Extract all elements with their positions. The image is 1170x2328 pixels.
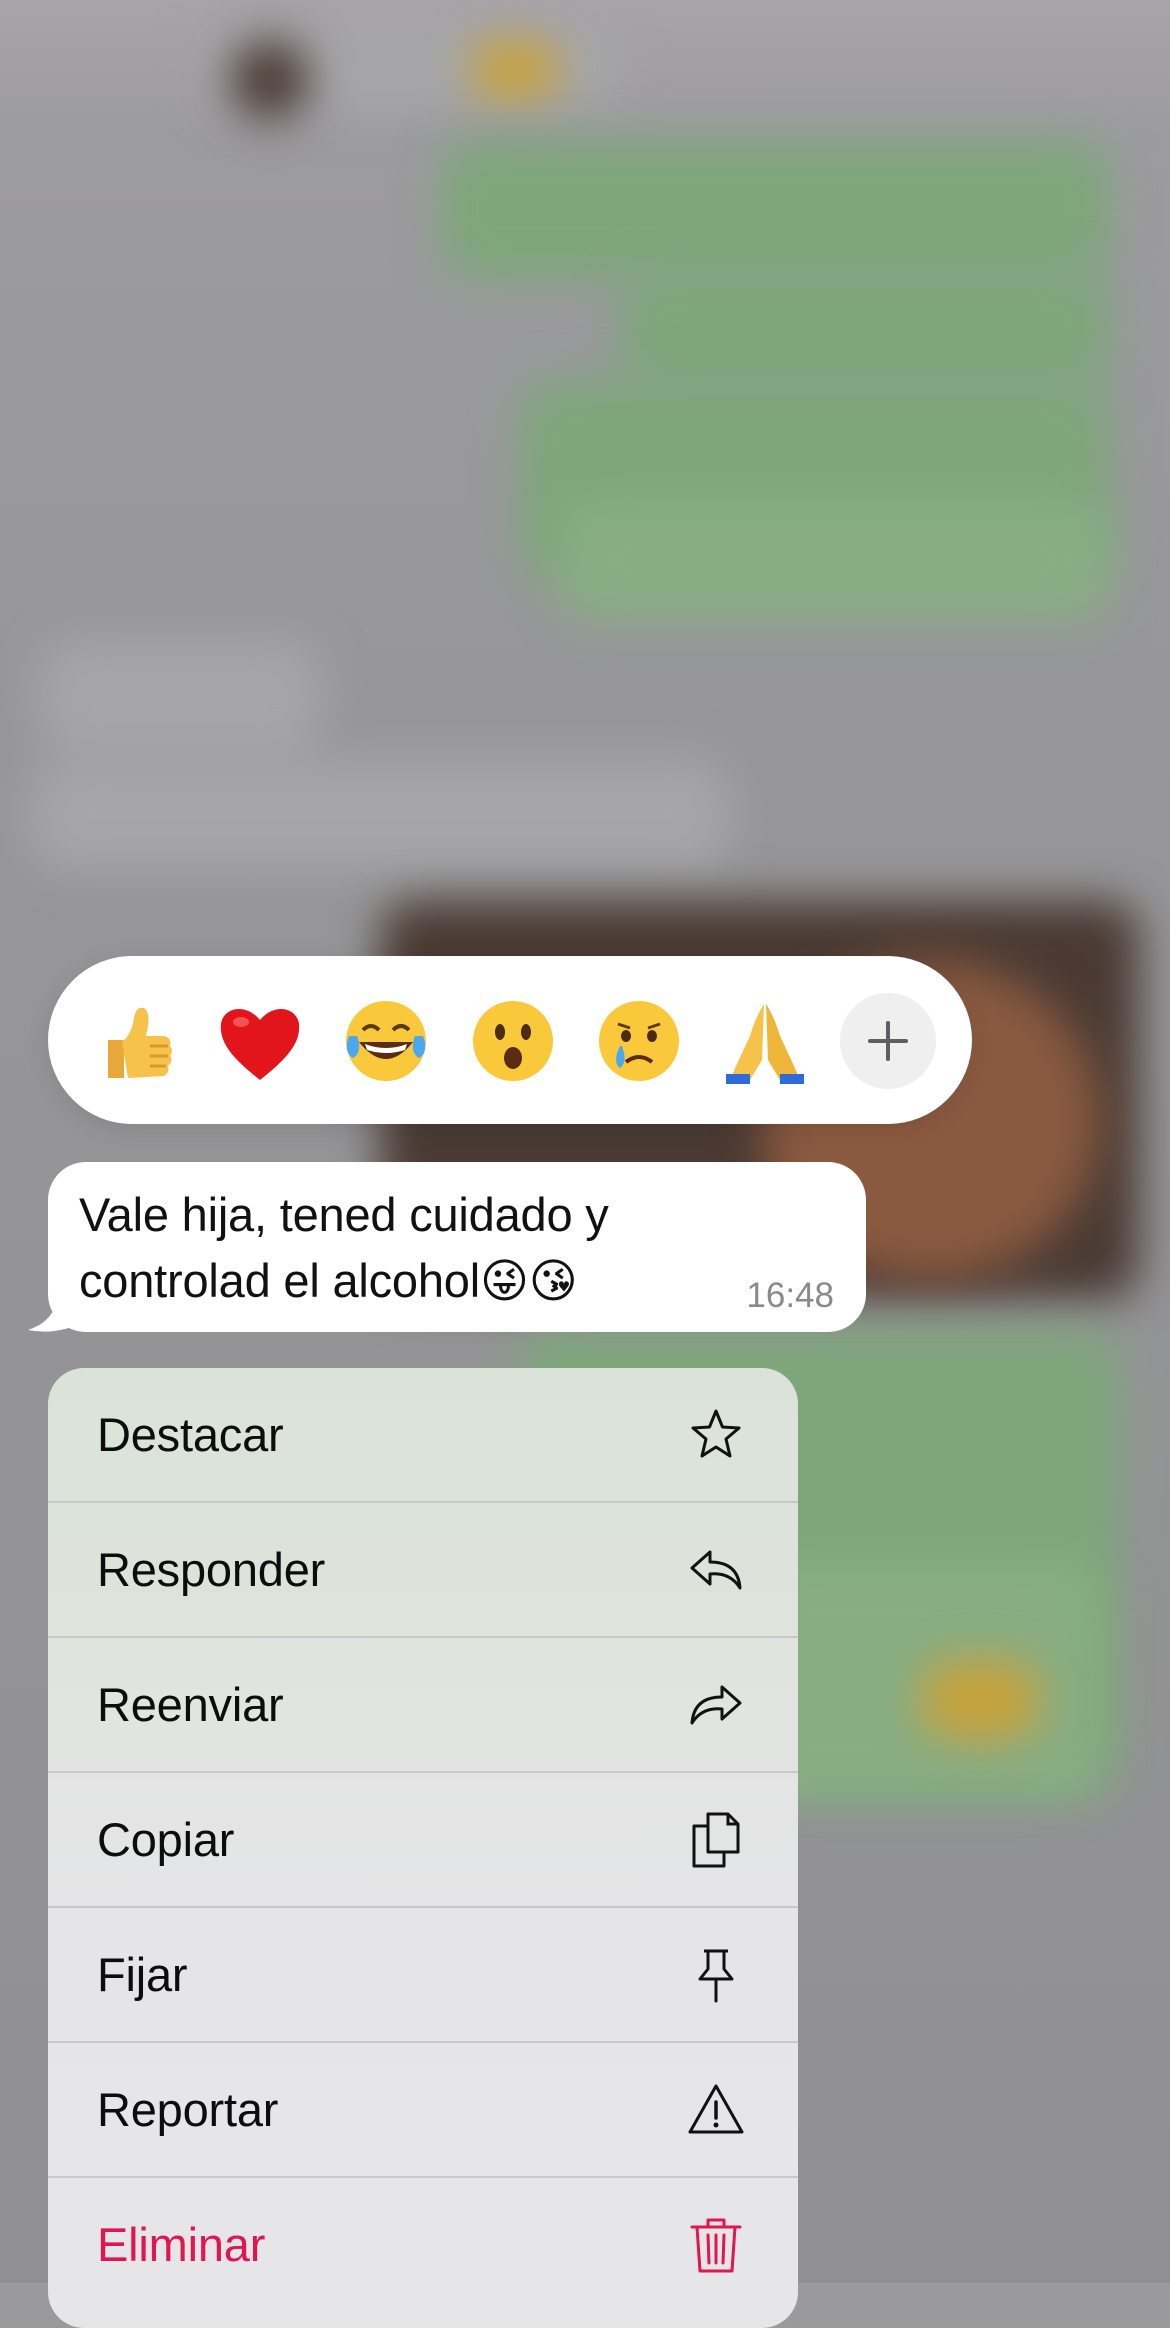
forward-icon	[686, 1675, 746, 1735]
tears-of-joy-emoji-icon[interactable]	[341, 996, 431, 1086]
reaction-bar	[48, 956, 972, 1124]
star-icon	[686, 1405, 746, 1465]
menu-item-label: Reportar	[97, 2083, 279, 2136]
surprised-face-emoji-icon[interactable]	[468, 996, 558, 1086]
warning-icon	[686, 2080, 746, 2140]
red-heart-emoji-icon[interactable]	[215, 996, 305, 1086]
menu-item-label: Destacar	[97, 1408, 284, 1461]
copy-icon	[686, 1810, 746, 1870]
menu-item-label: Fijar	[97, 1948, 188, 2001]
menu-item-fijar[interactable]: Fijar	[48, 1908, 798, 2043]
selected-message-bubble[interactable]: Vale hija, tened cuidado y controlad el …	[48, 1162, 866, 1332]
menu-item-label: Eliminar	[97, 2218, 266, 2271]
menu-item-label: Reenviar	[97, 1678, 284, 1731]
pin-icon	[686, 1945, 746, 2005]
menu-item-eliminar[interactable]: Eliminar	[48, 2178, 798, 2311]
menu-item-reportar[interactable]: Reportar	[48, 2043, 798, 2178]
trash-icon	[686, 2215, 746, 2275]
message-text: Vale hija, tened cuidado y controlad el …	[79, 1188, 609, 1307]
menu-item-responder[interactable]: Responder	[48, 1503, 798, 1638]
folded-hands-emoji-icon[interactable]	[720, 996, 810, 1086]
plus-icon	[864, 1017, 912, 1065]
menu-item-copiar[interactable]: Copiar	[48, 1773, 798, 1908]
message-context-menu: Destacar Responder Reenviar Copiar Fijar…	[48, 1368, 798, 2328]
reply-icon	[686, 1540, 746, 1600]
add-reaction-button[interactable]	[840, 993, 936, 1089]
menu-item-reenviar[interactable]: Reenviar	[48, 1638, 798, 1773]
thumbs-up-emoji-icon[interactable]	[88, 996, 178, 1086]
menu-item-destacar[interactable]: Destacar	[48, 1368, 798, 1503]
menu-item-label: Copiar	[97, 1813, 235, 1866]
menu-item-label: Responder	[97, 1543, 326, 1596]
message-time: 16:48	[746, 1276, 834, 1315]
crying-face-emoji-icon[interactable]	[594, 996, 684, 1086]
